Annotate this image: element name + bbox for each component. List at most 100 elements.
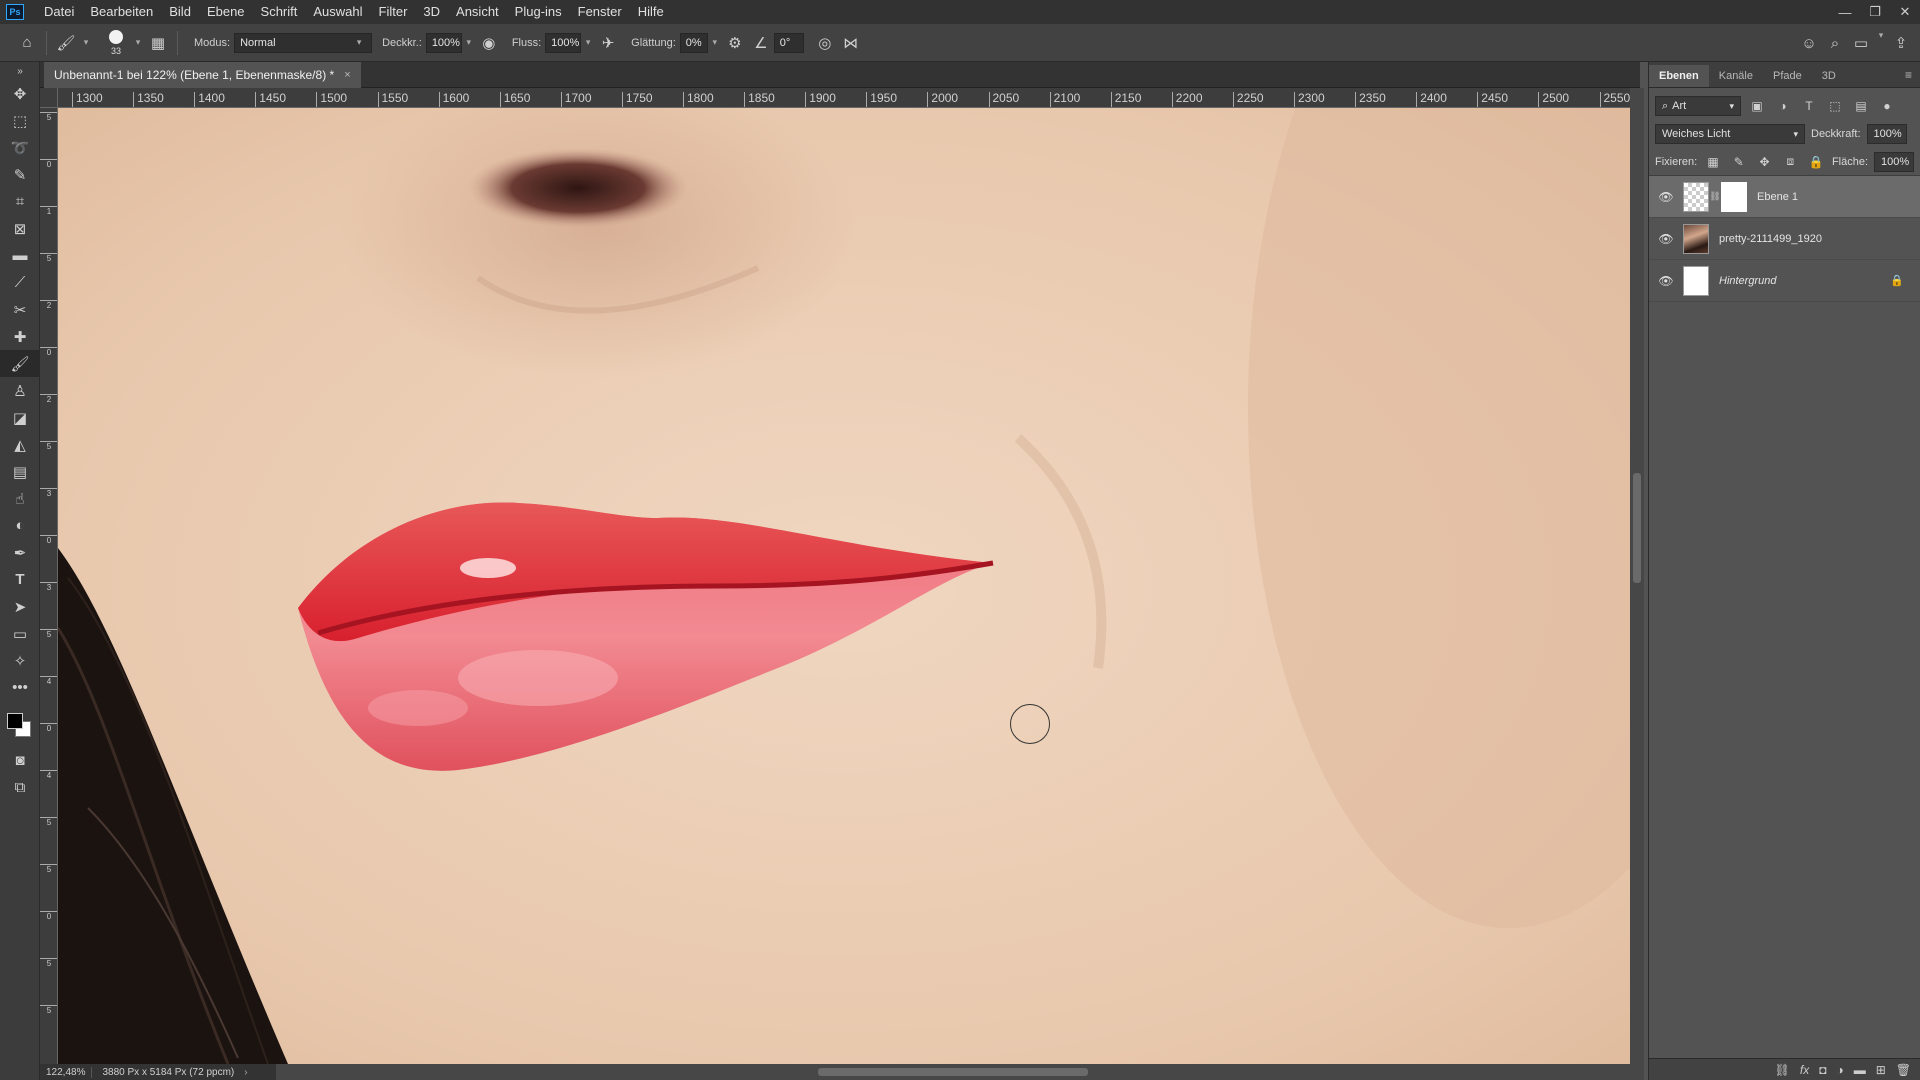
marquee-tool-icon[interactable]: ⬚: [0, 107, 40, 134]
lasso-tool-icon[interactable]: ➰: [0, 134, 40, 161]
pressure-opacity-icon[interactable]: ◉: [476, 30, 502, 56]
lock-image-icon[interactable]: ✎: [1729, 152, 1749, 172]
chevron-down-icon[interactable]: ▾: [581, 37, 595, 48]
flow-input[interactable]: 100%: [545, 32, 582, 53]
close-icon[interactable]: ✕: [1890, 0, 1920, 24]
lock-all-icon[interactable]: 🔒: [1806, 152, 1826, 172]
workspace-icon[interactable]: ▭: [1848, 30, 1874, 56]
gear-icon[interactable]: ⚙: [722, 30, 748, 56]
chevron-down-icon[interactable]: ▾: [79, 37, 93, 48]
dodge-tool-icon[interactable]: ◐: [0, 512, 40, 539]
menu-bild[interactable]: Bild: [161, 0, 199, 24]
menu-auswahl[interactable]: Auswahl: [305, 0, 370, 24]
menu-3d[interactable]: 3D: [415, 0, 448, 24]
chevron-down-icon[interactable]: ▾: [131, 37, 145, 48]
screen-mode-icon[interactable]: ⧉: [0, 774, 40, 801]
opacity-input[interactable]: 100%: [425, 32, 462, 53]
photoshop-logo-icon[interactable]: Ps: [6, 4, 24, 20]
more-tools-icon[interactable]: •••: [0, 674, 40, 701]
document-tab[interactable]: Unbenannt-1 bei 122% (Ebene 1, Ebenenmas…: [44, 62, 361, 88]
menu-filter[interactable]: Filter: [371, 0, 416, 24]
menu-fenster[interactable]: Fenster: [570, 0, 630, 24]
close-icon[interactable]: ×: [344, 69, 350, 81]
filter-type-icon[interactable]: T: [1799, 96, 1819, 116]
crop-tool-icon[interactable]: ⌗: [0, 188, 40, 215]
menu-bearbeiten[interactable]: Bearbeiten: [82, 0, 161, 24]
airbrush-icon[interactable]: ✈: [595, 30, 621, 56]
trash-icon[interactable]: 🗑: [1896, 1063, 1911, 1077]
smoothing-input[interactable]: 0%: [679, 32, 708, 53]
angle-input[interactable]: 0°: [773, 32, 804, 53]
vertical-scrollbar[interactable]: [1630, 88, 1644, 1064]
pen-tool-icon[interactable]: ✒: [0, 539, 40, 566]
filter-toggle-icon[interactable]: ●: [1877, 96, 1897, 116]
fx-icon[interactable]: fx: [1800, 1063, 1809, 1077]
menu-ebene[interactable]: Ebene: [199, 0, 253, 24]
gradient-tool-icon[interactable]: ▤: [0, 458, 40, 485]
tab-ebenen[interactable]: Ebenen: [1649, 65, 1709, 87]
brush-tool-preset-icon[interactable]: 🖌: [53, 30, 79, 56]
layer-row-photo[interactable]: 👁 pretty-2111499_1920: [1649, 218, 1920, 260]
vertical-scroll-thumb[interactable]: [1633, 473, 1641, 583]
healing-brush-tool-icon[interactable]: ✚: [0, 323, 40, 350]
filter-shape-icon[interactable]: ⬚: [1825, 96, 1845, 116]
minimize-icon[interactable]: —: [1830, 0, 1860, 24]
filter-adjustment-icon[interactable]: ◑: [1773, 96, 1793, 116]
smudge-tool-icon[interactable]: ☝: [0, 485, 40, 512]
ruler-tool-icon[interactable]: ▬: [0, 242, 40, 269]
menu-ansicht[interactable]: Ansicht: [448, 0, 507, 24]
horizontal-ruler[interactable]: 1300 1350 1400 1450 1500 1550 1600 1650 1700 1750…: [58, 88, 1630, 108]
menu-plugins[interactable]: Plug-ins: [507, 0, 570, 24]
frame-tool-icon[interactable]: ⊠: [0, 215, 40, 242]
new-layer-icon[interactable]: ⊞: [1876, 1063, 1886, 1077]
chevron-down-icon[interactable]: ▾: [708, 37, 722, 48]
clone-stamp-tool-icon[interactable]: ♙: [0, 377, 40, 404]
eye-icon[interactable]: 👁: [1655, 190, 1677, 204]
brush-settings-panel-icon[interactable]: ▦: [145, 30, 171, 56]
chevron-down-icon[interactable]: ▾: [1874, 30, 1888, 56]
menu-datei[interactable]: Datei: [36, 0, 82, 24]
quick-mask-icon[interactable]: ◙: [0, 747, 40, 774]
panel-menu-icon[interactable]: ≡: [1905, 68, 1912, 82]
layer-row-hintergrund[interactable]: 👁 Hintergrund 🔒: [1649, 260, 1920, 302]
link-layers-icon[interactable]: ⛓: [1775, 1063, 1790, 1077]
tab-3d[interactable]: 3D: [1812, 65, 1846, 87]
menu-hilfe[interactable]: Hilfe: [630, 0, 672, 24]
foreground-color-swatch[interactable]: [7, 713, 23, 729]
pressure-size-icon[interactable]: ◎: [812, 30, 838, 56]
restore-icon[interactable]: ❐: [1860, 0, 1890, 24]
learn-icon[interactable]: ☺: [1796, 30, 1822, 56]
type-tool-icon[interactable]: T: [0, 566, 40, 593]
quick-selection-tool-icon[interactable]: ✎: [0, 161, 40, 188]
link-icon[interactable]: ⛓: [1709, 191, 1721, 202]
collapse-panel-icon[interactable]: »: [0, 62, 40, 80]
brush-preset-picker[interactable]: 33: [101, 28, 131, 58]
filter-pixel-icon[interactable]: ▣: [1747, 96, 1767, 116]
layer-mask-thumbnail[interactable]: [1721, 181, 1747, 212]
move-tool-icon[interactable]: ✥: [0, 80, 40, 107]
custom-shape-tool-icon[interactable]: ✧: [0, 647, 40, 674]
brush-tool-icon[interactable]: 🖌: [0, 350, 40, 377]
menu-schrift[interactable]: Schrift: [253, 0, 306, 24]
symmetry-icon[interactable]: ⋈: [838, 30, 864, 56]
add-mask-icon[interactable]: ◘: [1819, 1063, 1826, 1077]
paint-bucket-tool-icon[interactable]: ◭: [0, 431, 40, 458]
layer-row-ebene-1[interactable]: 👁 ⛓ Ebene 1: [1649, 176, 1920, 218]
rectangle-tool-icon[interactable]: ▭: [0, 620, 40, 647]
eye-icon[interactable]: 👁: [1655, 274, 1677, 288]
cut-tool-icon[interactable]: ✂: [0, 296, 40, 323]
layer-filter-select[interactable]: ⌕ Art ▾: [1655, 96, 1741, 116]
status-menu-arrow-icon[interactable]: ›: [244, 1067, 247, 1078]
horizontal-scroll-thumb[interactable]: [818, 1068, 1088, 1076]
tab-pfade[interactable]: Pfade: [1763, 65, 1812, 87]
chevron-down-icon[interactable]: ▾: [462, 37, 476, 48]
eraser-tool-icon[interactable]: ◪: [0, 404, 40, 431]
layer-opacity-input[interactable]: 100%: [1866, 124, 1907, 144]
lock-artboard-icon[interactable]: ⧈: [1780, 152, 1800, 172]
adjustment-layer-icon[interactable]: ◑: [1836, 1063, 1843, 1077]
document-canvas[interactable]: [58, 108, 1630, 1064]
eyedropper-tool-icon[interactable]: ⟋: [0, 269, 40, 296]
path-selection-tool-icon[interactable]: ➤: [0, 593, 40, 620]
fill-input[interactable]: 100%: [1874, 151, 1915, 172]
tab-kanaele[interactable]: Kanäle: [1709, 65, 1763, 87]
